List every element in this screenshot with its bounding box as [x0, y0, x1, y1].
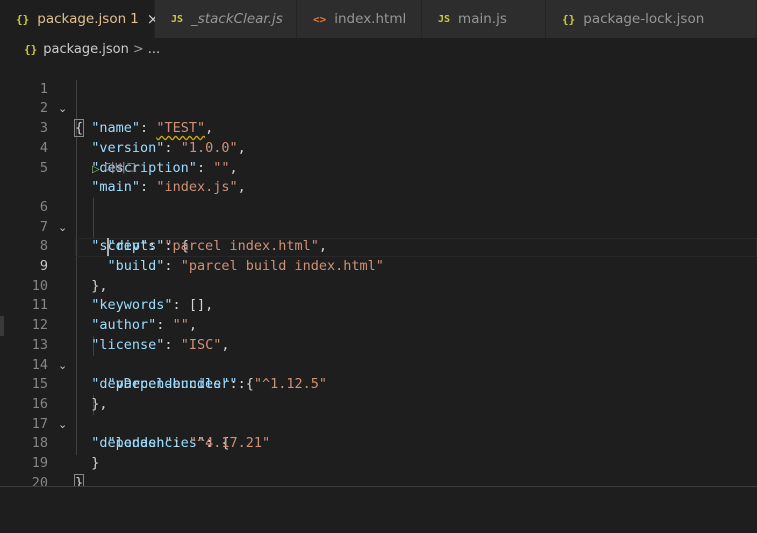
code-line: 2 "name": "TEST",: [0, 80, 757, 136]
code-line: 1 ⌄ {: [0, 60, 757, 138]
panel-tab-strip: [0, 486, 757, 499]
text-cursor: [107, 238, 109, 257]
code-line-current: 9 },: [0, 237, 757, 294]
code-line: 15 },: [0, 356, 757, 412]
breadcrumb-more[interactable]: ...: [148, 42, 160, 57]
code-line: 3 "version": "1.0.0",: [0, 99, 757, 156]
breadcrumb: {} package.json > ...: [0, 38, 757, 60]
html-file-icon: <>: [313, 12, 327, 26]
json-file-icon: {}: [16, 12, 30, 26]
code-line: 4 "description": "",: [0, 119, 757, 176]
tab-label: main.js: [458, 11, 507, 27]
code-line: 12 "license": "ISC",: [0, 296, 757, 353]
json-colon: :: [196, 159, 214, 176]
debug-codelens[interactable]: ▷ 디버그: [92, 159, 137, 178]
tab-label: package.json: [37, 11, 127, 27]
json-file-icon: {}: [24, 42, 38, 56]
tab-label: package-lock.json: [583, 11, 705, 27]
json-comma: ,: [229, 159, 238, 176]
code-editor[interactable]: 1 ⌄ { 2 "name": "TEST", 3 "version": "1.…: [0, 60, 757, 492]
gutter-marker: [0, 316, 4, 336]
tab-label: _stackClear.js: [191, 11, 283, 27]
json-value: "": [213, 159, 230, 176]
tab-stackclear-js[interactable]: JS _stackClear.js: [155, 0, 297, 38]
json-file-icon: {}: [562, 12, 576, 26]
play-icon: ▷: [92, 163, 100, 175]
code-line: 18 }: [0, 415, 757, 471]
breadcrumb-separator: >: [132, 41, 144, 57]
code-line: 5 "main": "index.js",: [0, 139, 757, 196]
js-file-icon: JS: [438, 13, 451, 25]
tab-index-html[interactable]: <> index.html: [297, 0, 422, 38]
code-line: 16 ⌄ "dependencies": {: [0, 375, 757, 451]
tab-label: index.html: [334, 11, 407, 27]
line-number: 5: [39, 159, 48, 176]
tab-package-lock-json[interactable]: {} package-lock.json: [546, 0, 757, 38]
code-line: 8 "build": "parcel build index.html": [0, 218, 757, 274]
code-line: 17 "lodash": "^4.17.21": [0, 395, 757, 452]
problem-count-badge: 1: [130, 11, 139, 27]
code-line: 14 "parcel-bundler": "^1.12.5": [0, 336, 757, 393]
breadcrumb-file[interactable]: package.json: [43, 42, 129, 57]
tab-package-json[interactable]: {} package.json 1 ×: [0, 0, 159, 38]
code-line: 20: [0, 454, 757, 491]
js-file-icon: JS: [171, 13, 184, 25]
code-line: 19 }: [0, 434, 757, 492]
debug-codelens-label: 디버그: [103, 160, 137, 175]
code-line: 7 "dev": "parcel index.html",: [0, 198, 757, 255]
code-line: 13 ⌄ "devDependencies": {: [0, 316, 757, 392]
editor-tab-bar: {} package.json 1 × JS _stackClear.js <>…: [0, 0, 757, 38]
code-line: 11 "author": "",: [0, 277, 757, 333]
tab-main-js[interactable]: JS main.js: [422, 0, 546, 38]
code-line: 10 "keywords": [],: [0, 257, 757, 314]
code-line: 6 ⌄ "scripts": {: [0, 178, 757, 254]
